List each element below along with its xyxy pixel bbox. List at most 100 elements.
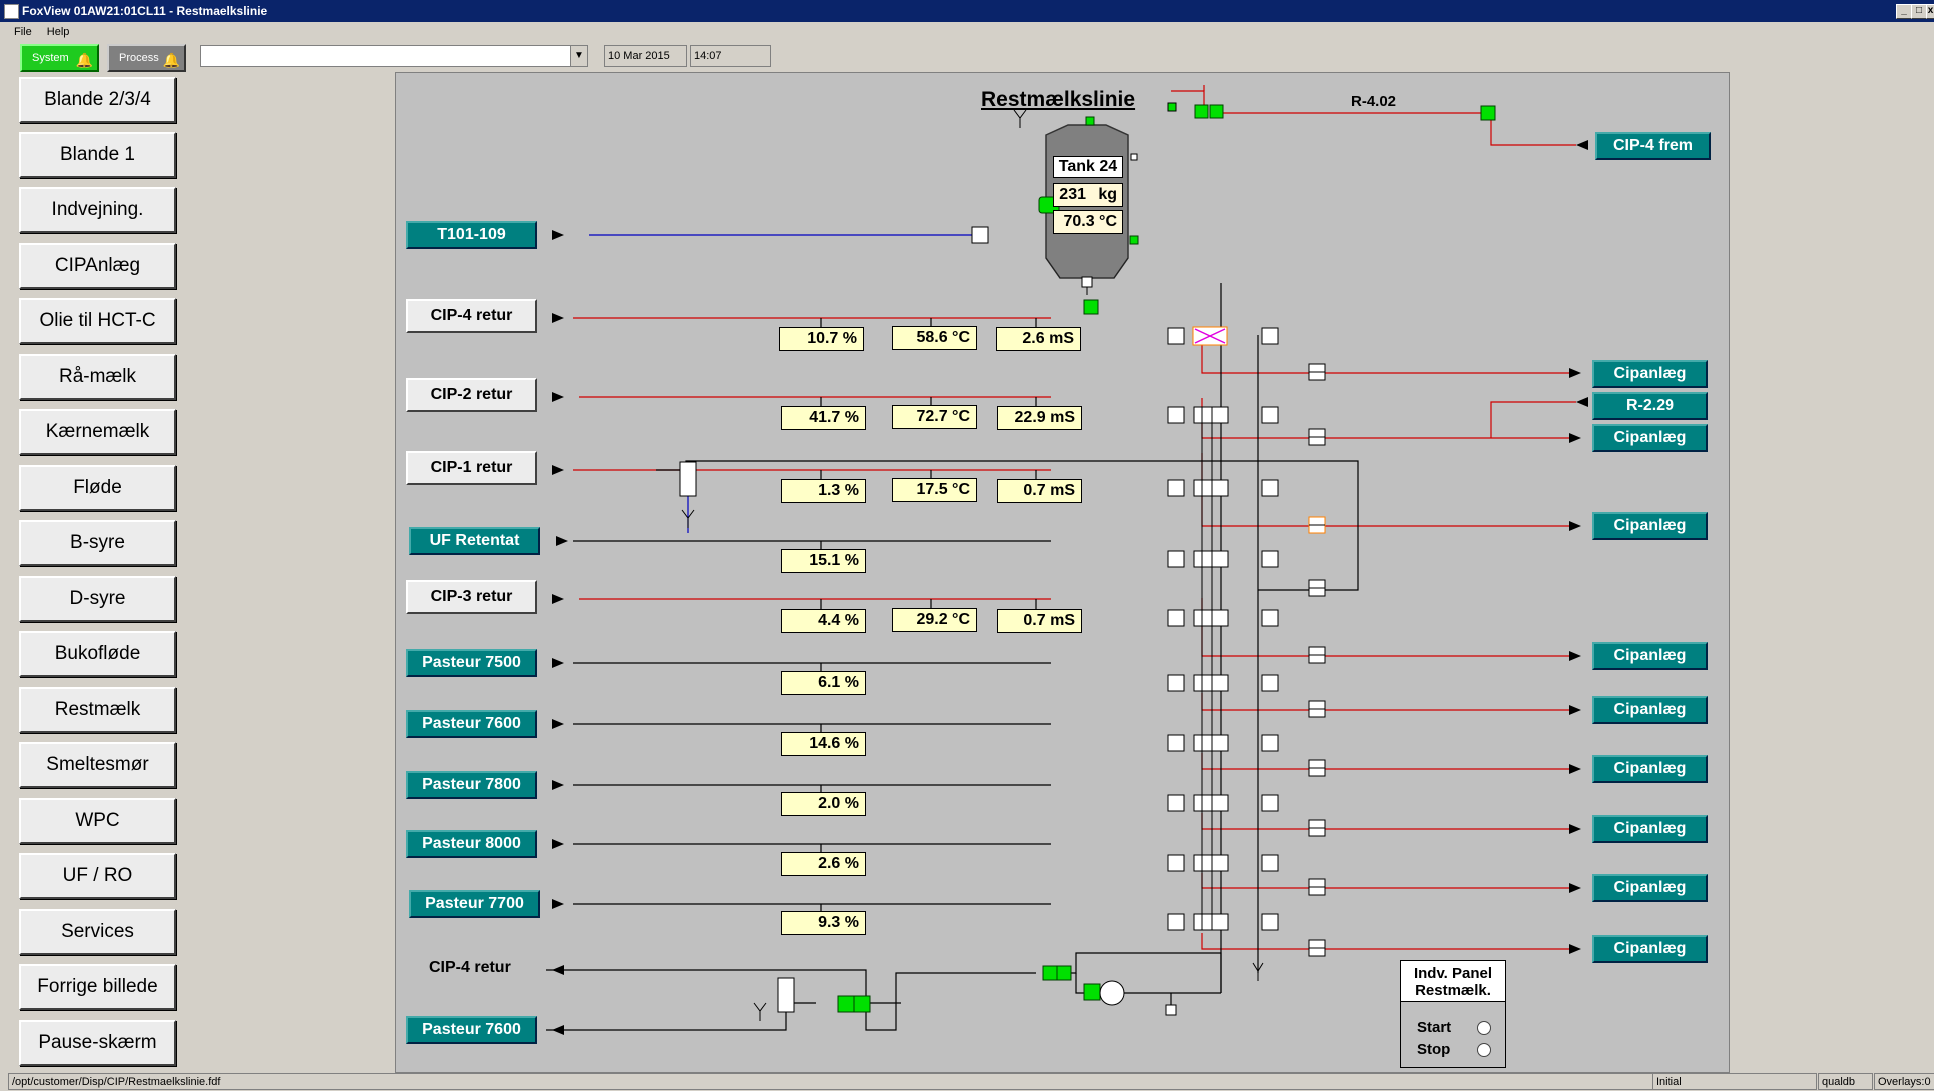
tank-temperature: 70.3 °C	[1053, 210, 1123, 234]
window-titlebar: FoxView 01AW21:01CL11 - Restmaelkslinie …	[0, 0, 1934, 22]
date-field: 10 Mar 2015	[604, 45, 687, 67]
nav-forrige-billede[interactable]: Forrige billede	[19, 964, 176, 1010]
menu-help[interactable]: Help	[47, 26, 70, 38]
navigation-sidebar: Blande 2/3/4 Blande 1 Indvejning. CIPAnl…	[0, 72, 393, 1072]
btn-cipanlaeg-9[interactable]: Cipanlæg	[1592, 935, 1708, 963]
process-label: Process	[119, 52, 159, 64]
nav-b-syre[interactable]: B-syre	[19, 520, 176, 566]
btn-cipanlaeg-6[interactable]: Cipanlæg	[1592, 755, 1708, 783]
btn-t101-109[interactable]: T101-109	[406, 221, 537, 249]
cip1-concentration: 1.3 %	[781, 479, 866, 503]
btn-cip4-frem[interactable]: CIP-4 frem	[1595, 132, 1711, 160]
menu-bar: File Help	[0, 22, 1934, 42]
window-title: FoxView 01AW21:01CL11 - Restmaelkslinie	[22, 4, 268, 18]
indv-panel-title: Indv. Panel Restmælk.	[1401, 961, 1505, 1002]
btn-uf-retentat[interactable]: UF Retentat	[409, 527, 540, 555]
process-diagram-panel: Restmælkslinie R-4.02 Tank 24 231 kg 70.…	[395, 72, 1730, 1073]
btn-pasteur-7600[interactable]: Pasteur 7600	[406, 710, 537, 738]
cip3-concentration: 4.4 %	[781, 609, 866, 633]
btn-cipanlaeg-8[interactable]: Cipanlæg	[1592, 874, 1708, 902]
cip3-temperature: 29.2 °C	[892, 608, 977, 632]
minimize-button[interactable]: _	[1896, 4, 1912, 19]
nav-wpc[interactable]: WPC	[19, 798, 176, 844]
p7600-concentration: 14.6 %	[781, 732, 866, 756]
start-radio[interactable]	[1477, 1021, 1491, 1035]
nav-blande-234[interactable]: Blande 2/3/4	[19, 77, 176, 123]
start-label: Start	[1417, 1019, 1452, 1036]
nav-d-syre[interactable]: D-syre	[19, 576, 176, 622]
btn-pasteur-7500[interactable]: Pasteur 7500	[406, 649, 537, 677]
status-bar: /opt/customer/Disp/CIP/Restmaelkslinie.f…	[0, 1073, 1934, 1090]
system-alarm-button[interactable]: System 🔔	[20, 44, 99, 72]
btn-cip2-retur[interactable]: CIP-2 retur	[406, 378, 537, 412]
nav-smeltesmoer[interactable]: Smeltesmør	[19, 742, 176, 788]
label-cip4-retur-out: CIP-4 retur	[429, 959, 511, 976]
p8000-concentration: 2.6 %	[781, 852, 866, 876]
btn-r229[interactable]: R-2.29	[1592, 392, 1708, 420]
btn-pasteur-7600-out[interactable]: Pasteur 7600	[406, 1016, 537, 1044]
app-icon	[4, 4, 19, 19]
btn-pasteur-7700[interactable]: Pasteur 7700	[409, 890, 540, 918]
cip4-temperature: 58.6 °C	[892, 326, 977, 350]
cip1-temperature: 17.5 °C	[892, 478, 977, 502]
nav-indvejning[interactable]: Indvejning.	[19, 187, 176, 233]
btn-cipanlaeg-5[interactable]: Cipanlæg	[1592, 696, 1708, 724]
status-state: Initial	[1652, 1073, 1817, 1090]
r402-label: R-4.02	[1351, 93, 1397, 110]
nav-raa-maelk[interactable]: Rå-mælk	[19, 354, 176, 400]
tank-name: Tank 24	[1053, 156, 1123, 178]
p7700-concentration: 9.3 %	[781, 911, 866, 935]
btn-cipanlaeg-4[interactable]: Cipanlæg	[1592, 642, 1708, 670]
nav-services[interactable]: Services	[19, 909, 176, 955]
p7500-concentration: 6.1 %	[781, 671, 866, 695]
display-select[interactable]: ▼	[200, 45, 588, 67]
status-path: /opt/customer/Disp/CIP/Restmaelkslinie.f…	[8, 1073, 1653, 1090]
nav-uf-ro[interactable]: UF / RO	[19, 853, 176, 899]
tank-mass-unit: kg	[1098, 186, 1117, 203]
btn-cipanlaeg-1[interactable]: Cipanlæg	[1592, 360, 1708, 388]
chevron-down-icon[interactable]: ▼	[570, 46, 587, 66]
uf-concentration: 15.1 %	[781, 549, 866, 573]
btn-cipanlaeg-3[interactable]: Cipanlæg	[1592, 512, 1708, 540]
nav-pause-skaerm[interactable]: Pause-skærm	[19, 1020, 176, 1066]
p7800-concentration: 2.0 %	[781, 792, 866, 816]
btn-cipanlaeg-7[interactable]: Cipanlæg	[1592, 815, 1708, 843]
toolbar: System 🔔 Process 🔔 ▼ 10 Mar 2015 14:07	[0, 42, 1934, 72]
cip3-conductivity: 0.7 mS	[997, 609, 1082, 633]
page-title: Restmælkslinie	[981, 88, 1136, 111]
btn-pasteur-7800[interactable]: Pasteur 7800	[406, 771, 537, 799]
close-button[interactable]: x	[1926, 4, 1934, 19]
cip4-conductivity: 2.6 mS	[996, 327, 1081, 351]
status-db: qualdb	[1818, 1073, 1873, 1090]
btn-cipanlaeg-2[interactable]: Cipanlæg	[1592, 424, 1708, 452]
cip4-concentration: 10.7 %	[779, 327, 864, 351]
nav-olie-hct-c[interactable]: Olie til HCT-C	[19, 298, 176, 344]
cip2-temperature: 72.7 °C	[892, 405, 977, 429]
nav-floede[interactable]: Fløde	[19, 465, 176, 511]
time-field: 14:07	[690, 45, 771, 67]
cip2-conductivity: 22.9 mS	[997, 406, 1082, 430]
nav-kaernemaelk[interactable]: Kærnemælk	[19, 409, 176, 455]
system-label: System	[32, 52, 69, 64]
btn-cip3-retur[interactable]: CIP-3 retur	[406, 580, 537, 614]
btn-cip1-retur[interactable]: CIP-1 retur	[406, 451, 537, 485]
nav-blande-1[interactable]: Blande 1	[19, 132, 176, 178]
nav-cipanlaeg[interactable]: CIPAnlæg	[19, 243, 176, 289]
process-alarm-button[interactable]: Process 🔔	[107, 44, 186, 72]
cip1-conductivity: 0.7 mS	[997, 479, 1082, 503]
tank-mass: 231	[1059, 186, 1086, 203]
stop-radio[interactable]	[1477, 1043, 1491, 1057]
pump-icon[interactable]	[1099, 980, 1125, 1006]
menu-file[interactable]: File	[14, 26, 32, 38]
btn-pasteur-8000[interactable]: Pasteur 8000	[406, 830, 537, 858]
maximize-button[interactable]: □	[1911, 4, 1927, 19]
status-overlays: Overlays:0	[1874, 1073, 1934, 1090]
stop-label: Stop	[1417, 1041, 1451, 1058]
btn-cip4-retur[interactable]: CIP-4 retur	[406, 299, 537, 333]
nav-bukofloede[interactable]: Bukofløde	[19, 631, 176, 677]
tank-mass-display: 231 kg	[1053, 183, 1123, 207]
nav-restmaelk[interactable]: Restmælk	[19, 687, 176, 733]
bell-icon: 🔔	[75, 52, 93, 68]
indv-panel-title-text: Indv. Panel Restmælk.	[1413, 965, 1493, 999]
indv-panel: Indv. Panel Restmælk. Start Stop	[1400, 960, 1506, 1068]
